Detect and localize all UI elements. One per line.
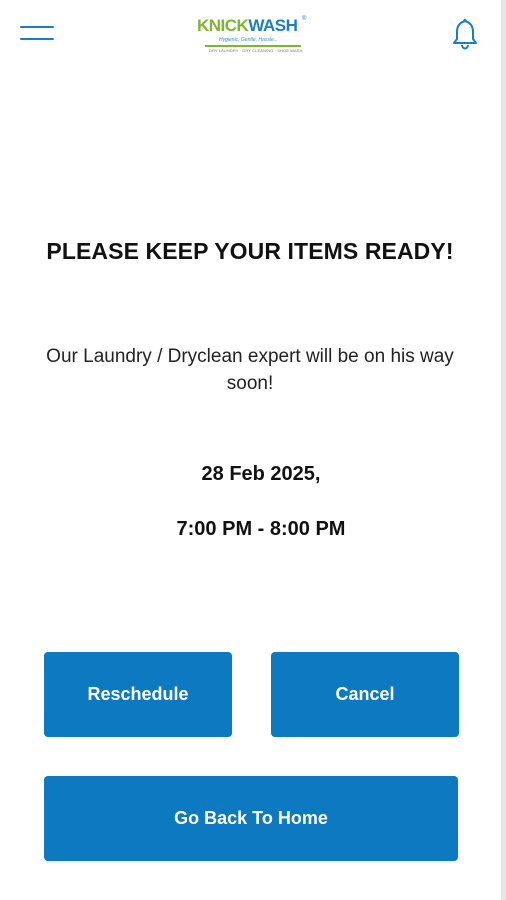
logo-wordmark: KNICKWASH bbox=[197, 16, 298, 36]
scrollbar-track[interactable] bbox=[501, 0, 506, 900]
logo-wordmark-nick: NICK bbox=[208, 16, 249, 35]
logo-registered-mark: ® bbox=[302, 16, 307, 22]
menu-bar-top bbox=[20, 26, 54, 28]
knickwash-logo[interactable]: KNICKWASH ® Hygienic, Gentle, Hassle... … bbox=[195, 14, 310, 56]
hamburger-menu-icon[interactable] bbox=[18, 22, 58, 46]
pickup-time-slot: 7:00 PM - 8:00 PM bbox=[176, 518, 346, 540]
expert-on-way-message: Our Laundry / Dryclean expert will be on… bbox=[46, 346, 454, 394]
logo-tagline: Hygienic, Gentle, Hassle... bbox=[219, 37, 278, 43]
logo-wordmark-wash: WASH bbox=[248, 16, 298, 35]
cancel-button[interactable]: Cancel bbox=[271, 652, 459, 737]
menu-bar-bottom bbox=[20, 38, 54, 40]
logo-underline bbox=[205, 45, 301, 47]
bell-icon-graphic bbox=[453, 19, 477, 50]
go-back-home-button[interactable]: Go Back To Home bbox=[44, 776, 458, 861]
app-header: KNICKWASH ® Hygienic, Gentle, Hassle... … bbox=[0, 0, 500, 70]
bell-icon[interactable] bbox=[450, 16, 480, 52]
logo-wordmark-k: K bbox=[197, 16, 209, 35]
reschedule-button[interactable]: Reschedule bbox=[44, 652, 232, 737]
pickup-confirmation-screen: KNICKWASH ® Hygienic, Gentle, Hassle... … bbox=[0, 0, 506, 900]
pickup-date: 28 Feb 2025, bbox=[201, 463, 321, 485]
page-title: PLEASE KEEP YOUR ITEMS READY! bbox=[46, 238, 454, 264]
logo-services-line: DRY LAUNDRY · DRY CLEANING · SHOE WASH bbox=[209, 48, 303, 53]
